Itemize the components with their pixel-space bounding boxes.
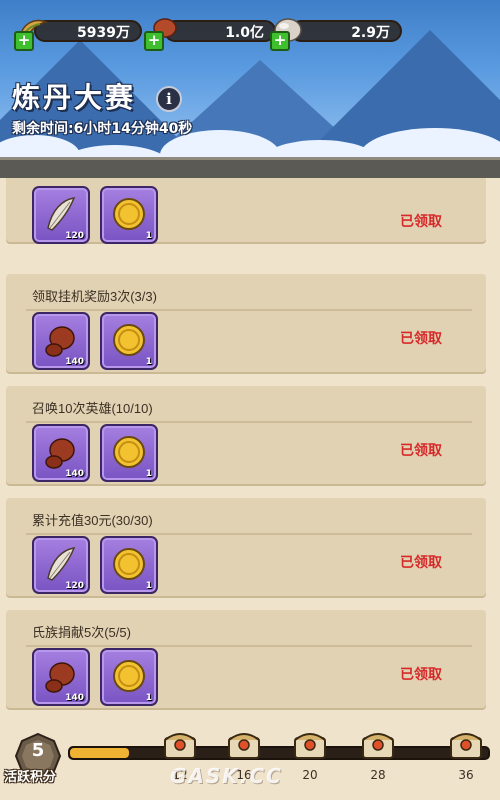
- reward-item[interactable]: 1: [100, 186, 158, 244]
- milestone-value: 28: [370, 768, 386, 782]
- reward-count: 1: [145, 693, 152, 703]
- page-title: 炼丹大赛: [12, 81, 137, 114]
- milestone-value: 20: [302, 768, 318, 782]
- task-label: 召唤10次英雄(10/10): [32, 401, 153, 416]
- list-item: 召唤10次英雄(10/10) 140 1 已领取: [6, 386, 486, 486]
- divider: [26, 309, 472, 311]
- chest-icon: [164, 733, 196, 759]
- reward-item[interactable]: 1: [100, 648, 158, 706]
- list-item: 120 1 已领取: [6, 178, 486, 244]
- divider: [26, 645, 472, 647]
- list-item: 累计充值30元(30/30) 120 1 已领取: [6, 498, 486, 598]
- reward-chest[interactable]: [292, 728, 328, 762]
- activity-progress: 5 活跃积分 12 16 20 28 36 GASK.CC: [0, 718, 500, 800]
- reward-item[interactable]: 1: [100, 424, 158, 482]
- reward-item[interactable]: 140: [32, 424, 90, 482]
- resource-value: 5939万: [34, 20, 142, 42]
- task-label: 领取挂机奖励3次(3/3): [32, 289, 157, 304]
- milestone-value: 36: [458, 768, 474, 782]
- claimed-status: 已领取: [400, 443, 442, 459]
- reward-count: 140: [65, 357, 84, 367]
- reward-item[interactable]: 140: [32, 648, 90, 706]
- list-item: 领取挂机奖励3次(3/3) 140 1 已领取: [6, 274, 486, 374]
- divider: [26, 421, 472, 423]
- list-item: 氏族捐献5次(5/5) 140 1 已领取: [6, 610, 486, 710]
- claimed-status: 已领取: [400, 214, 442, 230]
- watermark: GASK.CC: [170, 764, 283, 788]
- header-divider: [0, 157, 500, 178]
- chest-icon: [362, 733, 394, 759]
- resource-value: 1.0亿: [164, 20, 276, 42]
- reward-item[interactable]: 1: [100, 536, 158, 594]
- reward-count: 120: [65, 231, 84, 241]
- task-label: 累计充值30元(30/30): [32, 513, 153, 528]
- add-resource-button[interactable]: +: [270, 31, 290, 51]
- task-label: 氏族捐献5次(5/5): [32, 625, 131, 640]
- progress-fill: [70, 748, 129, 758]
- chest-icon: [228, 733, 260, 759]
- reward-count: 1: [145, 581, 152, 591]
- reward-count: 140: [65, 693, 84, 703]
- chest-icon: [450, 733, 482, 759]
- reward-item[interactable]: 140: [32, 312, 90, 370]
- claimed-status: 已领取: [400, 331, 442, 347]
- reward-item[interactable]: 120: [32, 186, 90, 244]
- chest-icon: [294, 733, 326, 759]
- claimed-status: 已领取: [400, 555, 442, 571]
- reward-item[interactable]: 120: [32, 536, 90, 594]
- activity-points: 5: [31, 740, 45, 761]
- reward-chest[interactable]: [226, 728, 262, 762]
- divider: [26, 533, 472, 535]
- reward-chest[interactable]: [448, 728, 484, 762]
- activity-points-label: 活跃积分: [4, 770, 57, 785]
- reward-count: 1: [145, 231, 152, 241]
- progress-bar: [68, 746, 490, 760]
- claimed-status: 已领取: [400, 667, 442, 683]
- reward-item[interactable]: 1: [100, 312, 158, 370]
- add-resource-button[interactable]: +: [14, 31, 34, 51]
- reward-count: 120: [65, 581, 84, 591]
- event-header: 5939万 + 1.0亿 + 2.9万 + 炼丹大赛 i 剩余时间:6小时14分…: [0, 0, 500, 178]
- reward-chest[interactable]: [360, 728, 396, 762]
- reward-count: 140: [65, 469, 84, 479]
- countdown-timer: 剩余时间:6小时14分钟40秒: [12, 121, 193, 137]
- reward-count: 1: [145, 469, 152, 479]
- task-list[interactable]: 120 1 已领取 领取挂机奖励3次(3/3) 140 1 已领取 召唤10次英…: [0, 178, 500, 718]
- reward-chest[interactable]: [162, 728, 198, 762]
- add-resource-button[interactable]: +: [144, 31, 164, 51]
- reward-count: 1: [145, 357, 152, 367]
- info-icon[interactable]: i: [156, 86, 182, 112]
- resource-value: 2.9万: [290, 20, 402, 42]
